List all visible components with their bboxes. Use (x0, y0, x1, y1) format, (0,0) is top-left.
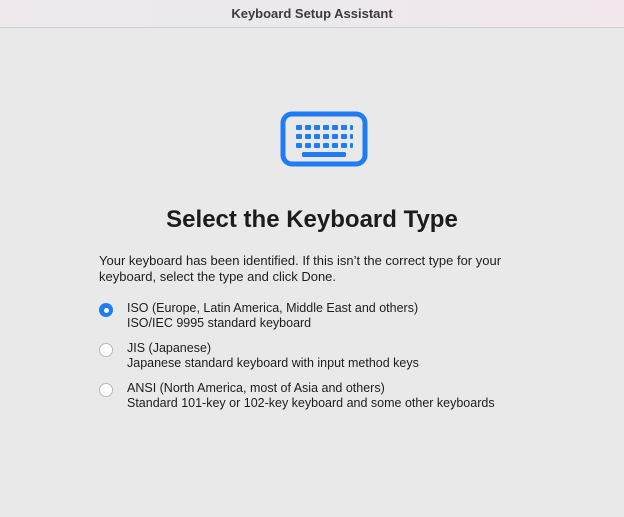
keyboard-icon (280, 111, 368, 167)
option-jis-detail: Japanese standard keyboard with input me… (127, 356, 419, 370)
title-bar: Keyboard Setup Assistant (0, 0, 624, 28)
option-iso-detail: ISO/IEC 9995 standard keyboard (127, 316, 312, 330)
option-ansi-detail: Standard 101-key or 102-key keyboard and… (127, 396, 495, 410)
keyboard-setup-window: Keyboard Setup Assistant Select the Keyb… (0, 0, 624, 517)
option-iso[interactable]: ISO (Europe, Latin America, Middle East … (99, 301, 579, 341)
option-jis-label: JIS (Japanese) (127, 341, 212, 355)
option-ansi-label: ANSI (North America, most of Asia and ot… (127, 381, 385, 395)
description-text: Your keyboard has been identified. If th… (99, 253, 502, 284)
option-ansi-text: ANSI (North America, most of Asia and ot… (127, 381, 495, 411)
radio-iso[interactable] (99, 303, 113, 317)
window-title: Keyboard Setup Assistant (231, 6, 393, 21)
radio-ansi[interactable] (99, 383, 113, 397)
radio-jis[interactable] (99, 343, 113, 357)
option-iso-label: ISO (Europe, Latin America, Middle East … (127, 301, 419, 315)
option-jis[interactable]: JIS (Japanese) Japanese standard keyboar… (99, 341, 579, 381)
option-ansi[interactable]: ANSI (North America, most of Asia and ot… (99, 381, 579, 421)
page-title: Select the Keyboard Type (166, 206, 458, 233)
option-iso-text: ISO (Europe, Latin America, Middle East … (127, 301, 418, 331)
option-jis-text: JIS (Japanese) Japanese standard keyboar… (127, 341, 419, 371)
keyboard-type-options: ISO (Europe, Latin America, Middle East … (99, 301, 579, 421)
